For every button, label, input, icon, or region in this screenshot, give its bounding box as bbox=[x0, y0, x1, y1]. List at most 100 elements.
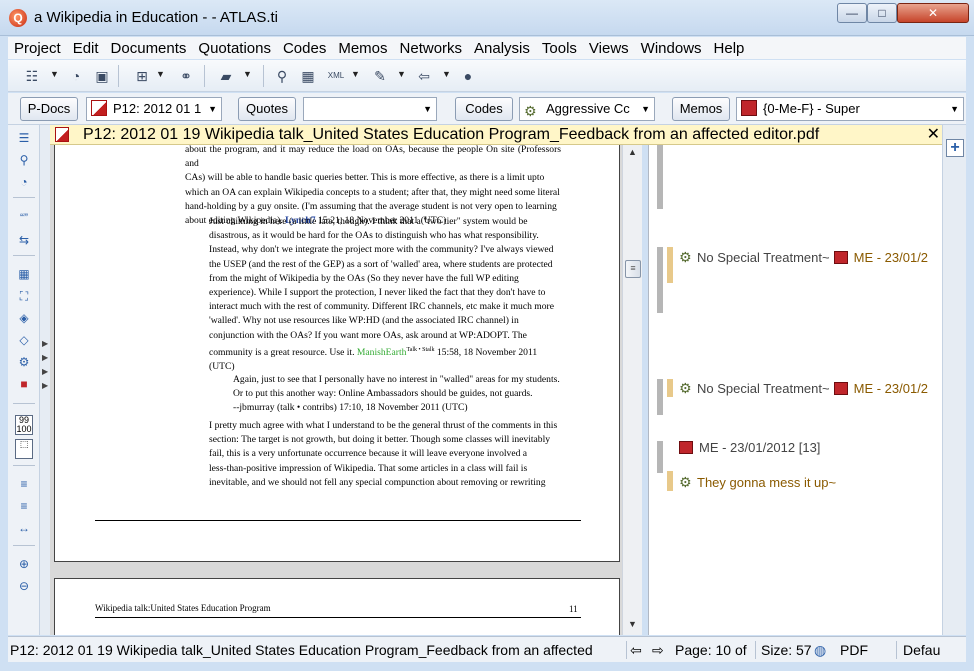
menu-help[interactable]: Help bbox=[708, 40, 751, 57]
scroll-up-icon[interactable]: ▲ bbox=[628, 147, 637, 157]
chevron-down-icon[interactable]: ▼ bbox=[423, 98, 432, 120]
chevron-down-icon[interactable]: ▼ bbox=[50, 69, 59, 79]
open-folder-icon[interactable]: ▰ bbox=[216, 66, 236, 86]
menu-memos[interactable]: Memos bbox=[332, 40, 393, 57]
memos-manager-button[interactable]: Memos bbox=[672, 97, 730, 121]
code-list-icon[interactable]: ☰ bbox=[15, 129, 33, 147]
strip-divider bbox=[13, 545, 35, 546]
chevron-down-icon[interactable]: ▼ bbox=[208, 98, 217, 120]
comment-icon[interactable]: ◔ bbox=[66, 66, 86, 86]
menu-edit[interactable]: Edit bbox=[67, 40, 105, 57]
scroll-down-icon[interactable]: ▼ bbox=[628, 619, 637, 629]
margin-code-entry[interactable]: ⚙ No Special Treatment~ ME - 23/01/2 bbox=[679, 379, 928, 398]
hierarchy-icon[interactable]: ☷ bbox=[22, 66, 42, 86]
code-link-icon[interactable]: ◇ bbox=[15, 331, 33, 349]
memo-selector[interactable]: {0-Me-F} - Super ▼ bbox=[736, 97, 964, 121]
zoom-in-icon[interactable]: ⊕ bbox=[15, 555, 33, 573]
menu-documents[interactable]: Documents bbox=[105, 40, 193, 57]
code-diamond-icon[interactable]: ◈ bbox=[15, 309, 33, 327]
page-number: 11 bbox=[569, 604, 578, 614]
margin-memo-entry[interactable]: ME - 23/01/2012 [13] bbox=[679, 439, 820, 457]
close-window-button[interactable]: ✕ bbox=[897, 3, 969, 23]
menu-windows[interactable]: Windows bbox=[635, 40, 708, 57]
chevron-down-icon[interactable]: ▼ bbox=[351, 69, 360, 79]
margin-left-icon[interactable]: ≡ bbox=[15, 475, 33, 493]
wrench-icon[interactable]: ✎ bbox=[370, 66, 390, 86]
pdoc-selector[interactable]: P12: 2012 01 1 ▼ bbox=[86, 97, 222, 121]
code-selector[interactable]: ⚙ Aggressive Cc ▼ bbox=[519, 97, 655, 121]
quotation-bar[interactable] bbox=[667, 247, 673, 283]
document-scrollbar[interactable]: ▲ ≡ ▼ bbox=[622, 145, 642, 635]
link-quotes-icon[interactable]: ⇆ bbox=[15, 231, 33, 249]
code-icon: ⚙ bbox=[679, 249, 692, 265]
pdf-icon bbox=[55, 127, 69, 142]
menu-quotations[interactable]: Quotations bbox=[192, 40, 277, 57]
chevron-down-icon[interactable]: ▼ bbox=[641, 98, 650, 120]
chevron-down-icon[interactable]: ▼ bbox=[950, 98, 959, 120]
quote-marks-icon[interactable]: “” bbox=[15, 209, 33, 227]
page-view-icon[interactable]: ⬚ bbox=[15, 439, 33, 459]
binoculars-icon[interactable]: ⚭ bbox=[176, 66, 196, 86]
chevron-down-icon[interactable]: ▼ bbox=[243, 69, 252, 79]
strip-divider bbox=[13, 403, 35, 404]
quotation-bar[interactable] bbox=[657, 441, 663, 473]
line-numbers-icon[interactable]: 99 100 bbox=[15, 415, 33, 435]
next-page-icon[interactable]: ⇨ bbox=[652, 637, 664, 663]
fit-width-icon[interactable]: ↔ bbox=[15, 519, 33, 537]
xml-export-icon[interactable]: XML bbox=[326, 66, 346, 86]
save-icon[interactable]: ▣ bbox=[92, 66, 112, 86]
settings-gear-icon[interactable]: ⚙ bbox=[15, 353, 33, 371]
menu-project[interactable]: Project bbox=[8, 40, 67, 57]
tree-icon[interactable]: ⊞ bbox=[132, 66, 152, 86]
quotation-bar[interactable] bbox=[657, 379, 663, 415]
document-view[interactable]: about the program, and it may reduce the… bbox=[50, 145, 622, 635]
margin-right-icon[interactable]: ≡ bbox=[15, 497, 33, 515]
quotation-bar[interactable] bbox=[657, 145, 663, 209]
maximize-button[interactable]: □ bbox=[867, 3, 897, 23]
close-document-icon[interactable]: ✕ bbox=[927, 125, 940, 145]
word-cruncher-icon[interactable]: ▦ bbox=[298, 66, 318, 86]
quotation-bar[interactable] bbox=[657, 247, 663, 313]
collapse-splitter[interactable]: ▶ ▶ ▶ ▶ bbox=[40, 125, 50, 635]
speech-bubble-icon[interactable]: ◔ bbox=[15, 173, 33, 191]
memo-selected-value: {0-Me-F} - Super bbox=[763, 101, 860, 116]
chevron-right-icon[interactable]: ▶ bbox=[42, 339, 48, 348]
chevron-right-icon[interactable]: ▶ bbox=[42, 381, 48, 390]
menu-views[interactable]: Views bbox=[583, 40, 635, 57]
pdf-page-next: Wikipedia talk:United States Education P… bbox=[54, 578, 620, 635]
memo-red-icon[interactable]: ■ bbox=[15, 375, 33, 393]
menu-analysis[interactable]: Analysis bbox=[468, 40, 536, 57]
zoom-out-icon[interactable]: ⊖ bbox=[15, 577, 33, 595]
quotation-bar[interactable] bbox=[667, 379, 673, 397]
bomb-icon[interactable]: ● bbox=[458, 66, 478, 86]
chevron-down-icon[interactable]: ▼ bbox=[442, 69, 451, 79]
codes-manager-button[interactable]: Codes bbox=[455, 97, 513, 121]
code-tree-icon[interactable]: ⛶ bbox=[15, 287, 33, 305]
atlas-app-icon: Q bbox=[9, 9, 27, 27]
minimize-button[interactable]: — bbox=[837, 3, 867, 23]
prev-page-icon[interactable]: ⇦ bbox=[630, 637, 642, 663]
menu-tools[interactable]: Tools bbox=[536, 40, 583, 57]
magnifier-icon[interactable]: ⚲ bbox=[15, 151, 33, 169]
margin-code-entry[interactable]: ⚙ They gonna mess it up~ bbox=[679, 473, 836, 492]
chevron-right-icon[interactable]: ▶ bbox=[42, 353, 48, 362]
pdocs-manager-button[interactable]: P-Docs bbox=[20, 97, 78, 121]
quotation-bar[interactable] bbox=[667, 471, 673, 491]
scroll-thumb[interactable]: ≡ bbox=[625, 260, 641, 278]
margin-area[interactable]: ⚙ No Special Treatment~ ME - 23/01/2 ⚙ No S… bbox=[648, 145, 942, 635]
add-pane-icon[interactable]: + bbox=[946, 139, 964, 157]
code-grid-icon[interactable]: ▦ bbox=[15, 265, 33, 283]
back-arrow-icon[interactable]: ⇦ bbox=[414, 66, 434, 86]
menu-networks[interactable]: Networks bbox=[394, 40, 469, 57]
quote-selector[interactable]: ▼ bbox=[303, 97, 437, 121]
status-zoom: Size: 57% bbox=[761, 642, 811, 658]
query-tool-icon[interactable]: ⚲ bbox=[272, 66, 292, 86]
chevron-right-icon[interactable]: ▶ bbox=[42, 367, 48, 376]
paragraph-agreement: I pretty much agree with what I understa… bbox=[209, 420, 558, 488]
chevron-down-icon[interactable]: ▼ bbox=[397, 69, 406, 79]
quotes-manager-button[interactable]: Quotes bbox=[238, 97, 296, 121]
chevron-down-icon[interactable]: ▼ bbox=[156, 69, 165, 79]
margin-code-entry[interactable]: ⚙ No Special Treatment~ ME - 23/01/2 bbox=[679, 248, 928, 267]
menu-codes[interactable]: Codes bbox=[277, 40, 332, 57]
signature-link[interactable]: ManishEarth bbox=[357, 347, 407, 358]
